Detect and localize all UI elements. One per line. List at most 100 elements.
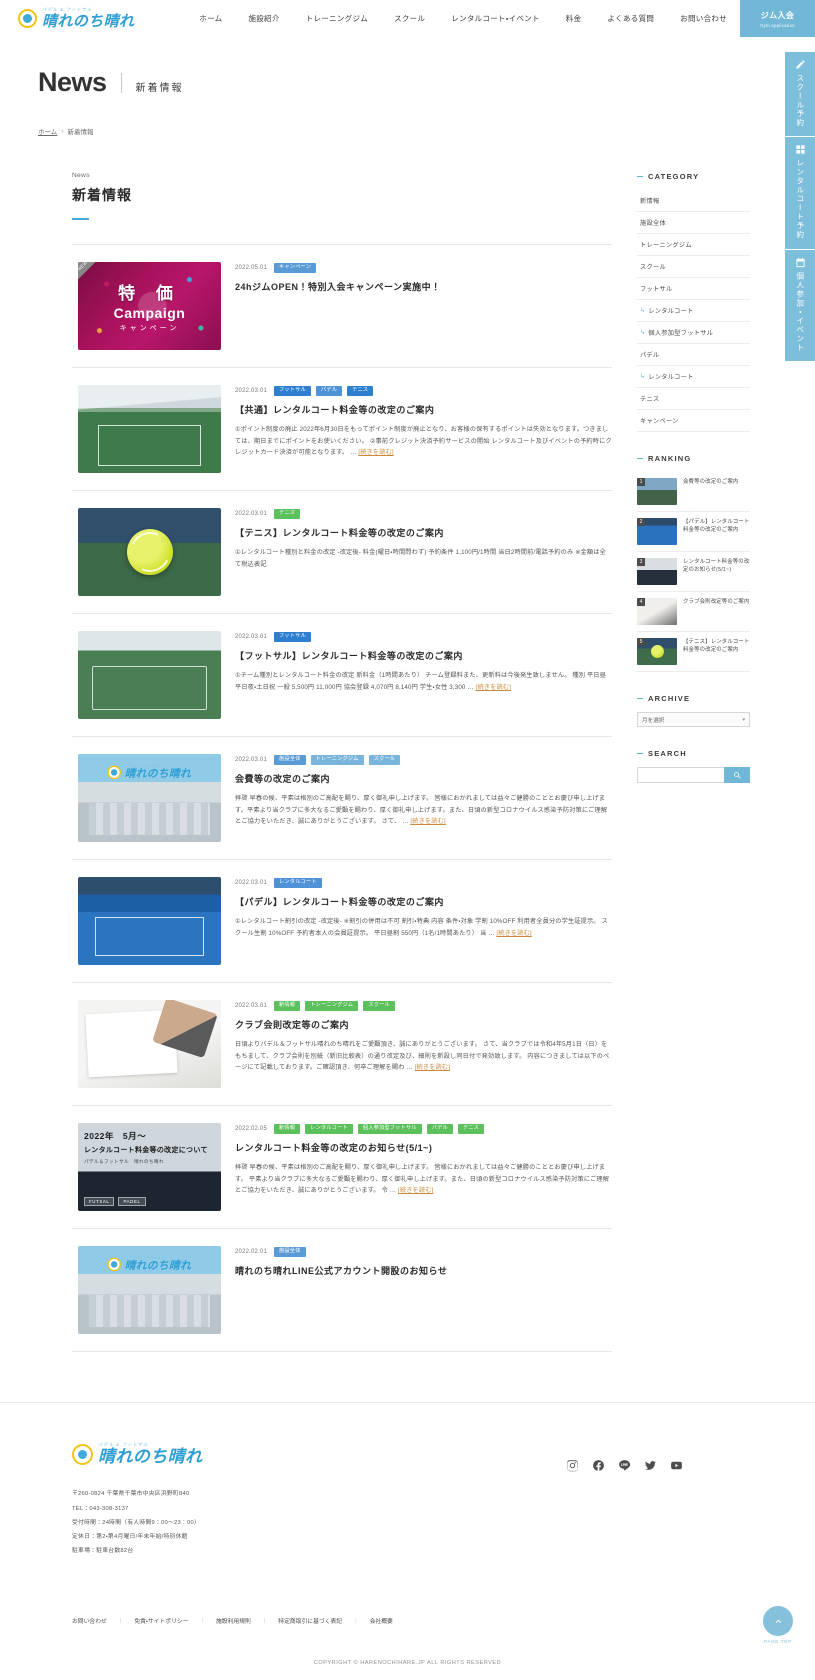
news-tag[interactable]: フットサル <box>274 632 311 642</box>
news-title[interactable]: 晴れのち晴れLINE公式アカウント開設のお知らせ <box>235 1266 612 1278</box>
news-thumbnail[interactable] <box>78 508 221 596</box>
read-more-link[interactable]: [続きを読む] <box>358 449 393 456</box>
news-tag[interactable]: 施設全体 <box>274 755 306 765</box>
sidebar-category-item[interactable]: 施設全体 <box>637 212 750 234</box>
news-tag[interactable]: キャンペーン <box>274 263 317 273</box>
news-tag[interactable]: テニス <box>347 386 374 396</box>
news-thumbnail[interactable] <box>78 877 221 965</box>
news-tag[interactable]: テニス <box>274 509 301 519</box>
news-item[interactable]: パデル & フットサル 晴れのち晴れ 2022.03.01 施設全体 トレーニングジムス… <box>72 737 612 860</box>
page-top-button[interactable]: PAGE TOP <box>763 1606 793 1644</box>
news-item[interactable]: パデル & フットサル 晴れのち晴れ 2022.02.01 施設全体 晴れのち晴れLIN… <box>72 1229 612 1352</box>
nav-item-home[interactable]: ホーム <box>186 13 235 24</box>
nav-item-price[interactable]: 料金 <box>553 13 595 24</box>
side-tab-individual-event[interactable]: 個人参加・イベント <box>785 249 815 362</box>
news-title[interactable]: 【テニス】レンタルコート料金等の改定のご案内 <box>235 528 612 540</box>
read-more-link[interactable]: [続きを読む] <box>496 930 531 937</box>
sidebar-category-item[interactable]: キャンペーン <box>637 410 750 432</box>
nav-item-faq[interactable]: よくある質問 <box>594 13 667 24</box>
news-thumbnail[interactable]: 特 価 Campaign キャンペーン NEW <box>78 262 221 350</box>
sidebar-category-item[interactable]: パデル <box>637 344 750 366</box>
nav-item-gym[interactable]: トレーニングジム <box>293 13 381 24</box>
youtube-icon[interactable] <box>670 1459 683 1472</box>
footer-link-company[interactable]: 会社概要 <box>370 1616 393 1625</box>
facebook-icon[interactable] <box>592 1459 605 1472</box>
sidebar-category-item[interactable]: ↳ 個人参加型フットサル <box>637 322 750 344</box>
nav-item-facility[interactable]: 施設紹介 <box>235 13 292 24</box>
nav-item-rental-court-event[interactable]: レンタルコート・イベント <box>438 13 553 24</box>
nav-item-contact[interactable]: お問い合わせ <box>667 13 740 24</box>
ranking-item[interactable]: 2 【パデル】レンタルコート料金等の改定のご案内 <box>637 512 750 552</box>
sidebar-category-item[interactable]: トレーニングジム <box>637 234 750 256</box>
news-tag[interactable]: スクール <box>368 755 401 765</box>
news-tag[interactable]: 新情報 <box>274 1001 301 1011</box>
news-thumbnail[interactable] <box>78 1000 221 1088</box>
news-item[interactable]: 2022.03.01 フットサル パデル テニス 【共通】レンタルコート料金等の改定のご… <box>72 368 612 491</box>
news-tag[interactable]: フットサル <box>274 386 311 396</box>
news-tag[interactable]: レンタルコート <box>274 878 322 888</box>
read-more-link[interactable]: [続きを読む] <box>410 818 445 825</box>
footer-link-contact[interactable]: お問い合わせ <box>72 1616 107 1625</box>
news-thumbnail[interactable] <box>78 631 221 719</box>
footer-link-commercial-law[interactable]: 特定商取引に基づく表記 <box>278 1616 342 1625</box>
side-tab-rental-court-reservation[interactable]: レンタルコート予約 <box>785 137 815 250</box>
news-body: 2022.02.05 新情報 レンタルコート 個人参加型フットサル パデル テニス レンタル… <box>235 1123 612 1211</box>
instagram-icon[interactable] <box>566 1459 579 1472</box>
news-thumbnail[interactable] <box>78 385 221 473</box>
news-title[interactable]: 24hジムOPEN！特別入会キャンペーン実施中！ <box>235 282 612 294</box>
ranking-item[interactable]: 1 会費等の改定のご案内 <box>637 472 750 512</box>
news-tag[interactable]: トレーニングジム <box>310 755 364 765</box>
news-tag[interactable]: トレーニングジム <box>305 1001 359 1011</box>
footer-logo[interactable]: パデル & フットサル 晴れのち晴れ <box>72 1442 492 1465</box>
sidebar-category-item[interactable]: ↳ レンタルコート <box>637 300 750 322</box>
read-more-link[interactable]: [続きを読む] <box>398 1187 433 1194</box>
news-tag[interactable]: 個人参加型フットサル <box>357 1124 422 1134</box>
news-title[interactable]: 会費等の改定のご案内 <box>235 774 612 786</box>
news-tag[interactable]: スクール <box>363 1001 395 1011</box>
footer-link-facility-rules[interactable]: 施設利用規則 <box>216 1616 251 1625</box>
news-title[interactable]: クラブ会則改定等のご案内 <box>235 1020 612 1032</box>
news-item[interactable]: 2022.03.01 フットサル 【フットサル】レンタルコート料金等の改定のご案内 ①… <box>72 614 612 737</box>
sidebar-category-item[interactable]: 新情報 <box>637 190 750 212</box>
read-more-link[interactable]: [続きを読む] <box>476 684 511 691</box>
sidebar-category-item[interactable]: スクール <box>637 256 750 278</box>
twitter-icon[interactable] <box>644 1459 657 1472</box>
news-item[interactable]: 2022.03.01 テニス 【テニス】レンタルコート料金等の改定のご案内 ①レンタル… <box>72 491 612 614</box>
news-tag[interactable]: テニス <box>457 1124 485 1134</box>
news-item[interactable]: 特 価 Campaign キャンペーン NEW 2022.05.01 キャンペーン 24hジ… <box>72 245 612 368</box>
news-tag[interactable]: 新情報 <box>274 1124 301 1134</box>
news-tag[interactable]: 施設全体 <box>274 1247 306 1257</box>
ranking-item[interactable]: 3 レンタルコート料金等の改定のお知らせ(5/1~) <box>637 552 750 592</box>
ranking-item[interactable]: 4 クラブ会則改定等のご案内 <box>637 592 750 632</box>
sidebar-category-item[interactable]: テニス <box>637 388 750 410</box>
side-tab-school-reservation[interactable]: スクール予約 <box>785 52 815 138</box>
sidebar-category-item[interactable]: ↳ レンタルコート <box>637 366 750 388</box>
breadcrumb-home-link[interactable]: ホーム <box>38 126 57 136</box>
search-button[interactable] <box>724 767 750 783</box>
news-item[interactable]: 2022年 5月〜 レンタルコート料金等の改定について パデル＆フットサル 晴れのち… <box>72 1106 612 1229</box>
news-tag[interactable]: パデル <box>315 386 343 396</box>
news-thumbnail[interactable]: 2022年 5月〜 レンタルコート料金等の改定について パデル＆フットサル 晴れのち… <box>78 1123 221 1211</box>
archive-month-select[interactable]: 月を選択 ▾ <box>637 712 750 727</box>
news-thumbnail[interactable]: パデル & フットサル 晴れのち晴れ <box>78 754 221 842</box>
news-item[interactable]: 2022.03.01 新情報 トレーニングジム スクール クラブ会則改定等のご案内 日頃よ… <box>72 983 612 1106</box>
category-label: テニス <box>640 396 660 403</box>
news-tag[interactable]: パデル <box>426 1124 453 1134</box>
header-logo[interactable]: パデル & フットサル 晴れのち晴れ <box>0 7 196 29</box>
news-item[interactable]: 2022.03.01 レンタルコート 【パデル】レンタルコート料金等の改定のご案内 ①… <box>72 860 612 983</box>
news-tag[interactable]: レンタルコート <box>305 1124 353 1134</box>
news-thumbnail[interactable]: パデル & フットサル 晴れのち晴れ <box>78 1246 221 1334</box>
ranking-item[interactable]: 5 【テニス】レンタルコート料金等の改定のご案内 <box>637 632 750 672</box>
read-more-link[interactable]: [続きを読む] <box>415 1064 450 1071</box>
news-title[interactable]: 【共通】レンタルコート料金等の改定のご案内 <box>235 405 612 417</box>
news-date: 2022.03.01 <box>235 510 268 517</box>
news-title[interactable]: 【フットサル】レンタルコート料金等の改定のご案内 <box>235 651 612 663</box>
sidebar-category-item[interactable]: フットサル <box>637 278 750 300</box>
search-input[interactable] <box>637 767 724 783</box>
gym-application-button[interactable]: ジム入会 Gym application <box>740 0 815 37</box>
news-title[interactable]: 【パデル】レンタルコート料金等の改定のご案内 <box>235 897 612 909</box>
nav-item-school[interactable]: スクール <box>381 13 438 24</box>
footer-link-policy[interactable]: 免責・サイトポリシー <box>134 1616 188 1625</box>
news-title[interactable]: レンタルコート料金等の改定のお知らせ(5/1~) <box>235 1143 612 1155</box>
line-icon[interactable] <box>618 1459 631 1472</box>
